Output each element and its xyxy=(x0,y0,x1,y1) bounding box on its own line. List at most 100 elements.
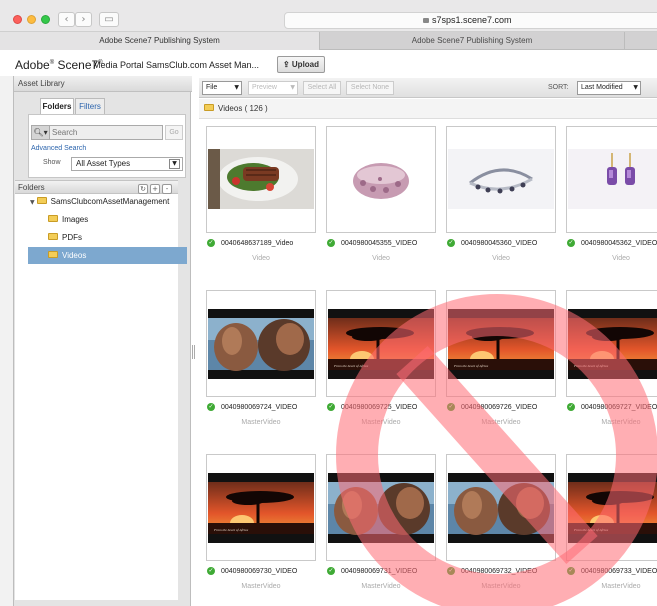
minimize-window-button[interactable] xyxy=(27,15,36,24)
asset-card[interactable]: From the heart of Africa xyxy=(446,290,556,397)
chevron-down-icon: ▼ xyxy=(290,84,295,91)
asset-thumbnail[interactable] xyxy=(568,149,657,209)
folder-icon xyxy=(48,233,58,240)
advanced-search-link[interactable]: Advanced Search xyxy=(31,145,86,152)
published-check-icon: ✓ xyxy=(567,567,575,575)
asset-name[interactable]: ✓ 0040980069724_VIDEO xyxy=(207,403,297,411)
asset-type-label: Video xyxy=(492,255,510,262)
tree-item-videos[interactable]: Videos xyxy=(28,247,187,264)
brand-logo: Adobe® Scene7® xyxy=(15,58,103,72)
asset-name[interactable]: ✓ 0040980069731_VIDEO xyxy=(327,567,417,575)
asset-name[interactable]: ✓ 0040980045355_VIDEO xyxy=(327,239,417,247)
asset-thumbnail[interactable]: From the heart of Africa xyxy=(568,473,657,543)
close-window-button[interactable] xyxy=(13,15,22,24)
chevron-down-icon: ▼ xyxy=(234,84,239,91)
browser-tab-inactive[interactable]: Adobe Scene7 Publishing System xyxy=(320,32,625,50)
zoom-window-button[interactable] xyxy=(41,15,50,24)
asset-card[interactable]: From the heart of Africa xyxy=(566,290,657,397)
asset-name[interactable]: ✓ 0040980069726_VIDEO xyxy=(447,403,537,411)
asset-card[interactable]: From the heart of Africa xyxy=(566,454,657,561)
search-input[interactable] xyxy=(52,126,162,139)
published-check-icon: ✓ xyxy=(207,567,215,575)
published-check-icon: ✓ xyxy=(207,239,215,247)
search-icon[interactable]: 🔍︎▾ xyxy=(32,126,50,139)
upload-icon: ⇪ xyxy=(282,60,292,69)
go-button[interactable]: Go xyxy=(165,125,183,140)
published-check-icon: ✓ xyxy=(447,239,455,247)
expand-triangle-icon[interactable]: ▼ xyxy=(30,199,35,206)
tab-folders[interactable]: Folders xyxy=(40,98,74,114)
back-button[interactable]: ‹ xyxy=(58,12,75,27)
forward-button[interactable]: › xyxy=(75,12,92,27)
asset-name[interactable]: ✓ 0040648637189_Video xyxy=(207,239,293,247)
asset-card[interactable] xyxy=(566,126,657,233)
asset-thumbnail[interactable]: From the heart of Africa xyxy=(208,473,314,543)
asset-card[interactable] xyxy=(446,126,556,233)
search-box: 🔍︎▾ xyxy=(31,125,163,140)
asset-type-label: MasterVideo xyxy=(241,419,281,426)
published-check-icon: ✓ xyxy=(327,403,335,411)
asset-card[interactable] xyxy=(206,126,316,233)
folder-icon xyxy=(36,197,47,204)
preview-menu[interactable]: Preview ▼ xyxy=(248,81,298,95)
asset-thumbnail[interactable] xyxy=(208,149,314,209)
asset-thumbnail[interactable]: From the heart of Africa xyxy=(568,309,657,379)
current-folder-name: Videos xyxy=(218,104,243,113)
screen: ‹ › ▭ s7sps1.scene7.com Adobe Scene7 Pub… xyxy=(0,0,657,606)
published-check-icon: ✓ xyxy=(327,567,335,575)
upload-button[interactable]: ⇪ Upload xyxy=(277,56,325,73)
url-text: s7sps1.scene7.com xyxy=(432,15,512,25)
chevron-down-icon: ▼ xyxy=(169,159,180,169)
asset-card[interactable]: From the heart of Africa xyxy=(326,290,436,397)
app-header: Adobe® Scene7® Media Portal SamsClub.com… xyxy=(0,51,657,76)
published-check-icon: ✓ xyxy=(447,403,455,411)
asset-thumbnail[interactable] xyxy=(328,149,434,209)
published-check-icon: ✓ xyxy=(567,403,575,411)
svg-text:From the heart of Africa: From the heart of Africa xyxy=(213,528,248,532)
address-bar[interactable]: s7sps1.scene7.com xyxy=(284,12,657,29)
file-menu[interactable]: File ▼ xyxy=(202,81,242,95)
asset-name[interactable]: ✓ 0040980045362_VIDEO xyxy=(567,239,657,247)
asset-card[interactable] xyxy=(206,290,316,397)
asset-thumbnail[interactable]: From the heart of Africa xyxy=(448,309,554,379)
asset-thumbnail[interactable] xyxy=(448,149,554,209)
asset-name[interactable]: ✓ 0040980045360_VIDEO xyxy=(447,239,537,247)
asset-thumbnail[interactable] xyxy=(448,473,554,543)
panel-splitter[interactable] xyxy=(192,345,195,359)
tab-strip: Adobe Scene7 Publishing System Adobe Sce… xyxy=(0,32,657,50)
folder-icon xyxy=(48,215,58,222)
chevron-down-icon: ▼ xyxy=(633,84,638,91)
asset-card[interactable] xyxy=(326,454,436,561)
browser-tab-active[interactable]: Adobe Scene7 Publishing System xyxy=(0,32,320,50)
asset-name[interactable]: ✓ 0040980069732_VIDEO xyxy=(447,567,537,575)
asset-name[interactable]: ✓ 0040980069733_VIDEO xyxy=(567,567,657,575)
select-none-button[interactable]: Select None xyxy=(346,81,394,95)
asset-card[interactable]: From the heart of Africa xyxy=(206,454,316,561)
folder-open-icon xyxy=(48,251,58,258)
asset-name[interactable]: ✓ 0040980069727_VIDEO xyxy=(567,403,657,411)
asset-card[interactable] xyxy=(446,454,556,561)
tab-filters[interactable]: Filters xyxy=(75,98,105,114)
asset-type-label: MasterVideo xyxy=(481,583,521,590)
tree-item-images[interactable]: Images xyxy=(48,211,88,228)
asset-type-label: Video xyxy=(612,255,630,262)
asset-thumbnail[interactable]: From the heart of Africa xyxy=(328,309,434,379)
asset-type-label: MasterVideo xyxy=(601,583,641,590)
sidebar-toggle-button[interactable]: ▭ xyxy=(99,12,119,27)
select-all-button[interactable]: Select All xyxy=(303,81,341,95)
asset-count: ( 126 ) xyxy=(244,104,268,113)
asset-browser: File ▼ Preview ▼ Select All Select None SO… xyxy=(199,78,657,606)
folders-header: Folders ↻ + - xyxy=(15,180,178,194)
tree-item-pdfs[interactable]: PDFs xyxy=(48,229,82,246)
asset-thumbnail[interactable] xyxy=(328,473,434,543)
tree-root[interactable]: ▼ SamsClubcomAssetManagement xyxy=(30,193,169,210)
client-name[interactable]: SamsClub.com Asset Man... xyxy=(146,60,259,70)
sort-select[interactable]: Last Modified ▼ xyxy=(577,81,641,95)
asset-name[interactable]: ✓ 0040980069730_VIDEO xyxy=(207,567,297,575)
asset-thumbnail[interactable] xyxy=(208,309,314,379)
asset-type-select[interactable]: All Asset Types ▼ xyxy=(71,157,183,171)
asset-type-label: MasterVideo xyxy=(601,419,641,426)
asset-card[interactable] xyxy=(326,126,436,233)
svg-text:From the heart of Africa: From the heart of Africa xyxy=(453,364,488,368)
asset-name[interactable]: ✓ 0040980069725_VIDEO xyxy=(327,403,417,411)
